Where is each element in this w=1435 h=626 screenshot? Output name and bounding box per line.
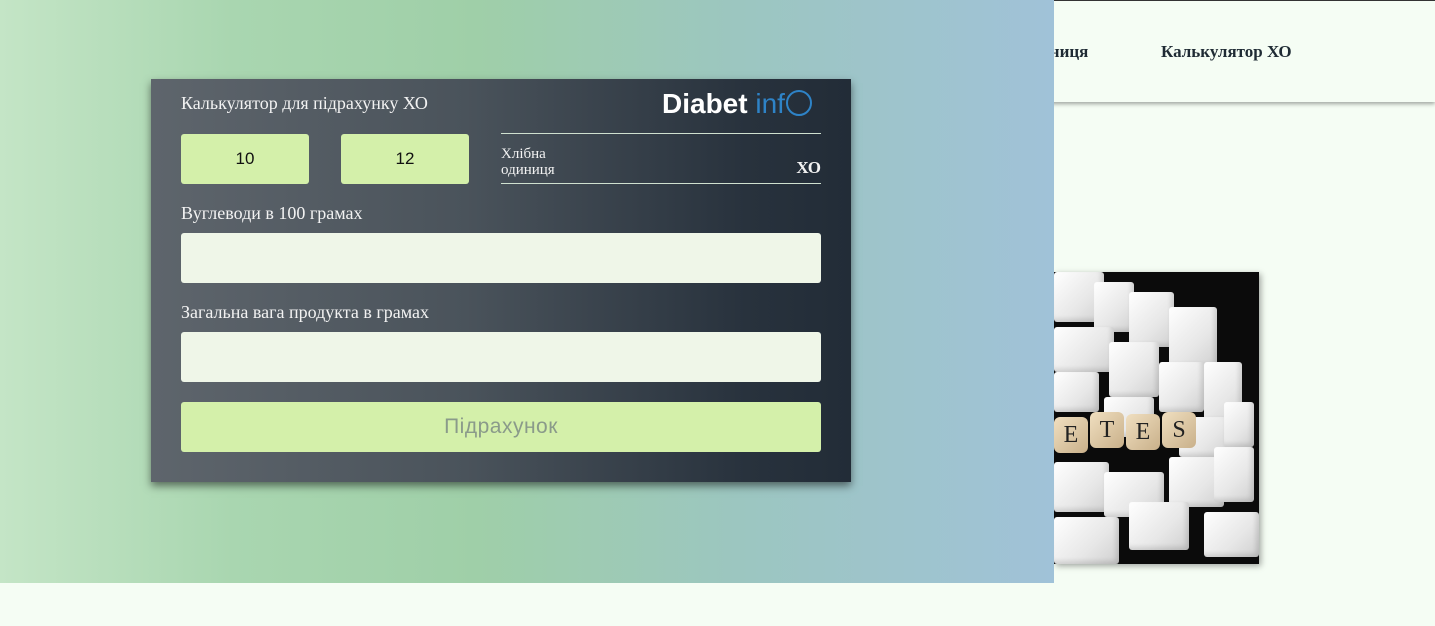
value-box-2[interactable]: 12 — [341, 134, 469, 184]
diabet-info-logo[interactable]: Diabet inf — [662, 88, 812, 120]
dice-letter: T — [1090, 412, 1124, 448]
dice-letter: S — [1162, 412, 1196, 448]
sugar-cubes-image: E T E S — [1054, 272, 1259, 564]
weight-label: Загальна вага продукта в грамах — [181, 302, 429, 322]
bread-unit-result: ХО — [796, 158, 821, 177]
calculate-button[interactable]: Підрахунок — [181, 402, 821, 452]
weight-input[interactable] — [181, 332, 821, 382]
nav-item-calculator[interactable]: Калькулятор ХО — [1161, 42, 1292, 62]
calculator-title: Калькулятор для підрахунку ХО — [181, 93, 428, 113]
bread-unit-label: Хлібна одиниця — [501, 146, 555, 178]
carbs-input[interactable] — [181, 233, 821, 283]
dice-letter: E — [1054, 417, 1088, 453]
bread-unit-label-line2: одиниця — [501, 162, 555, 178]
logo-text-info: inf — [755, 88, 785, 119]
logo-text-diabet: Diabet — [662, 88, 748, 119]
result-divider-top — [501, 133, 821, 134]
result-divider-bottom — [501, 183, 821, 184]
carbs-label: Вуглеводи в 100 грамах — [181, 203, 363, 223]
calculator-card: Калькулятор для підрахунку ХО Diabet inf… — [151, 79, 851, 482]
logo-circle-icon — [785, 90, 812, 116]
value-box-1[interactable]: 10 — [181, 134, 309, 184]
bread-unit-label-line1: Хлібна — [501, 146, 546, 162]
dice-letter: E — [1126, 414, 1160, 450]
modal-overlay[interactable]: Калькулятор для підрахунку ХО Diabet inf… — [0, 0, 1054, 583]
